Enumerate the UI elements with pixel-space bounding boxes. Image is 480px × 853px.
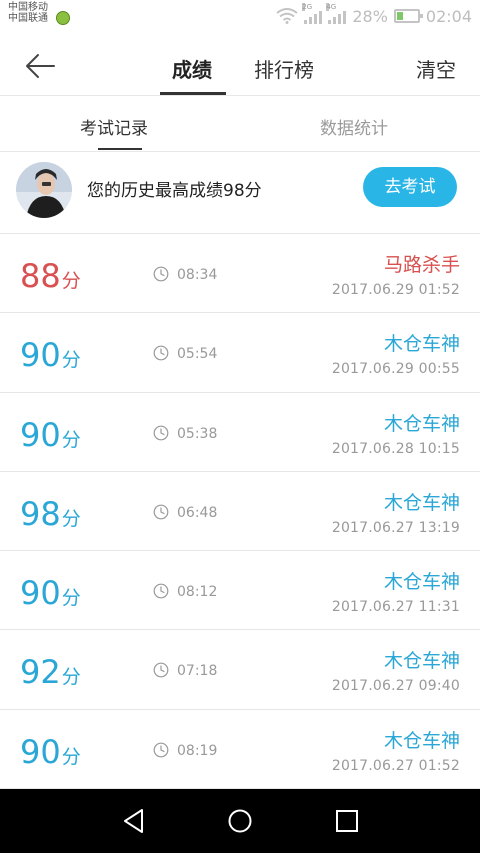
record-row[interactable]: 98分 06:48 木仓车神 2017.06.27 13:19 <box>0 472 480 552</box>
record-score: 88分 <box>20 257 81 295</box>
record-datetime: 2017.06.29 00:55 <box>331 361 460 378</box>
record-title: 木仓车神 <box>383 491 460 514</box>
record-title: 马路杀手 <box>383 254 460 276</box>
tab-score[interactable]: 成绩 <box>172 54 212 83</box>
record-duration: 08:12 <box>177 584 218 601</box>
record-row[interactable]: 92分 07:18 木仓车神 2017.06.27 09:40 <box>0 630 480 710</box>
clock-icon <box>153 663 169 678</box>
clock-icon <box>153 742 169 758</box>
back-arrow-icon[interactable] <box>24 52 56 80</box>
record-datetime: 2017.06.27 09:40 <box>331 678 460 695</box>
app-notification-icon <box>56 11 70 25</box>
record-title: 木仓车神 <box>383 571 460 594</box>
subtabs: 考试记录 数据统计 <box>0 96 480 152</box>
record-score: 90分 <box>20 574 81 612</box>
record-duration: 05:38 <box>177 425 218 442</box>
record-score-value: 88 <box>20 257 61 295</box>
network-type-1: 2G <box>302 3 313 11</box>
signal-icon-2: 4G <box>326 3 347 24</box>
nav-back-icon[interactable] <box>120 807 148 835</box>
record-title: 木仓车神 <box>383 650 460 673</box>
record-score-unit: 分 <box>61 587 81 610</box>
record-score: 92分 <box>20 653 81 691</box>
record-row[interactable]: 90分 05:38 木仓车神 2017.06.28 10:15 <box>0 393 480 472</box>
record-score-value: 90 <box>20 574 61 613</box>
status-icons: 2G 4G 28% 02:04 <box>276 3 472 27</box>
record-datetime: 2017.06.29 01:52 <box>331 282 460 298</box>
clock-icon <box>153 425 169 440</box>
record-score: 98分 <box>20 495 81 533</box>
clock-time: 02:04 <box>425 6 472 26</box>
record-score-unit: 分 <box>61 349 81 372</box>
record-title: 木仓车神 <box>383 412 460 435</box>
subtab-data-stats[interactable]: 数据统计 <box>320 114 388 139</box>
tab-ranking[interactable]: 排行榜 <box>254 54 314 83</box>
record-score-value: 92 <box>20 653 61 692</box>
record-datetime: 2017.06.27 13:19 <box>331 519 460 536</box>
exam-records-list: 88分 08:34 马路杀手 2017.06.29 01:52 90分 05:54 木仓车神… <box>0 234 480 790</box>
best-score-panel: 您的历史最高成绩98分 去考试 <box>0 152 480 234</box>
signal-icon-1: 2G <box>302 3 323 24</box>
record-score: 90分 <box>20 733 81 771</box>
battery-icon <box>393 9 423 23</box>
avatar <box>16 162 72 218</box>
record-score-value: 90 <box>20 415 61 454</box>
record-title: 木仓车神 <box>383 333 460 356</box>
clear-button[interactable]: 清空 <box>416 54 456 83</box>
record-score-value: 90 <box>20 732 61 771</box>
nav-recents-icon[interactable] <box>333 807 361 835</box>
tab-active-indicator <box>160 92 226 95</box>
record-score: 90分 <box>20 336 81 374</box>
record-datetime: 2017.06.27 01:52 <box>331 757 460 774</box>
record-score-unit: 分 <box>61 666 81 689</box>
navigation-bar <box>0 789 480 853</box>
record-score-value: 98 <box>20 494 61 533</box>
battery-percent: 28% <box>352 6 388 26</box>
record-score-unit: 分 <box>61 428 81 451</box>
record-score-unit: 分 <box>61 270 81 292</box>
wifi-icon <box>276 8 298 24</box>
best-score-text: 您的历史最高成绩98分 <box>87 181 262 201</box>
network-type-2: 4G <box>326 3 337 11</box>
clock-icon <box>153 345 169 361</box>
record-score-unit: 分 <box>61 745 81 768</box>
clock-icon <box>153 266 169 282</box>
record-duration: 08:19 <box>177 742 218 759</box>
record-duration: 08:34 <box>177 267 218 283</box>
record-row[interactable]: 88分 08:34 马路杀手 2017.06.29 01:52 <box>0 234 480 314</box>
status-bar: 中国移动 中国联通 2G 4G 28% 02:04 <box>0 0 480 34</box>
record-datetime: 2017.06.28 10:15 <box>331 440 460 457</box>
clock-icon <box>153 504 169 520</box>
record-duration: 06:48 <box>177 504 218 521</box>
subtab-exam-records[interactable]: 考试记录 <box>80 114 148 139</box>
record-row[interactable]: 90分 08:19 木仓车神 2017.06.27 01:52 <box>0 710 480 790</box>
record-row[interactable]: 90分 08:12 木仓车神 2017.06.27 11:31 <box>0 551 480 631</box>
record-score-unit: 分 <box>61 507 81 530</box>
record-datetime: 2017.06.27 11:31 <box>331 599 460 616</box>
record-row[interactable]: 90分 05:54 木仓车神 2017.06.29 00:55 <box>0 313 480 393</box>
nav-home-icon[interactable] <box>226 807 254 835</box>
record-score: 90分 <box>20 416 81 454</box>
carrier-info: 中国移动 中国联通 <box>8 2 48 24</box>
record-title: 木仓车神 <box>383 729 460 752</box>
carrier-name-1: 中国移动 <box>8 2 48 13</box>
subtab-active-indicator <box>98 148 142 150</box>
start-exam-button[interactable]: 去考试 <box>363 167 457 207</box>
record-duration: 05:54 <box>177 346 218 363</box>
record-score-value: 90 <box>20 336 61 375</box>
clock-icon <box>153 583 169 599</box>
header: 成绩 排行榜 清空 <box>0 34 480 96</box>
carrier-name-2: 中国联通 <box>8 13 48 24</box>
record-duration: 07:18 <box>177 663 218 680</box>
